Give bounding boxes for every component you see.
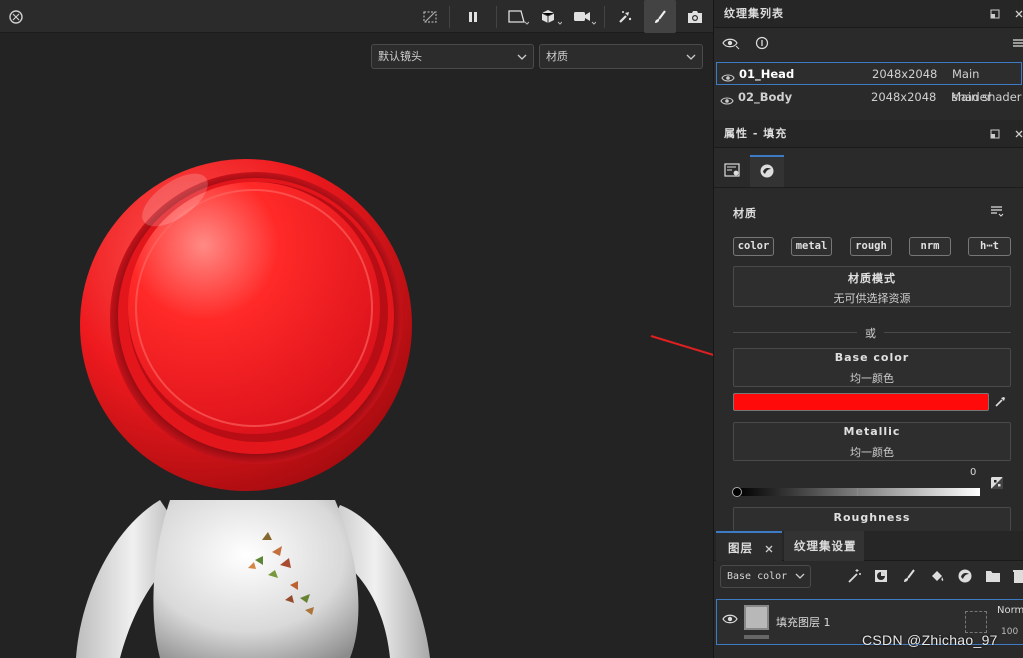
texture-set-resolution: 2048x2048: [871, 90, 937, 104]
material-section-label: 材质: [733, 207, 757, 220]
panel-title: 纹理集列表: [724, 7, 784, 20]
projection-icon[interactable]: [502, 0, 534, 33]
close-icon[interactable]: [1012, 7, 1023, 21]
channel-toggle-rough[interactable]: rough: [850, 237, 892, 256]
close-icon[interactable]: [1012, 127, 1023, 141]
texture-set-resolution: 2048x2048: [872, 67, 938, 81]
properties-header: 属性 - 填充: [714, 120, 1023, 148]
layers-header: 图层 纹理集设置: [714, 531, 1023, 561]
metallic-title: Metallic: [843, 425, 901, 438]
viewport-toolbar: [0, 0, 713, 33]
layer-thumbnail: [744, 605, 769, 630]
material-mode-sub: 无可供选择资源: [833, 292, 911, 305]
metallic-slider-handle[interactable]: [732, 487, 742, 497]
metallic-slider[interactable]: [737, 488, 980, 496]
random-icon[interactable]: [990, 476, 1004, 493]
dock-icon[interactable]: [988, 127, 1002, 141]
channel-toggle-nrm[interactable]: nrm: [909, 237, 951, 256]
paint-effects-icon[interactable]: [609, 0, 641, 33]
channel-toggle-color[interactable]: color: [733, 237, 774, 256]
screenshot-icon[interactable]: [679, 0, 711, 33]
tab-layer-settings[interactable]: [716, 155, 750, 187]
metallic-value: 0: [970, 467, 977, 478]
roughness-slot[interactable]: Roughness: [733, 507, 1011, 531]
tab-layers[interactable]: 图层: [716, 531, 782, 561]
fill-layer-icon[interactable]: [926, 565, 948, 587]
smart-mask-icon[interactable]: [870, 565, 892, 587]
layer-mask-slot[interactable]: [965, 611, 987, 633]
right-panel: 纹理集列表 01_Head 2048x2048 Main shader 02_B…: [713, 0, 1023, 658]
tab-texture-settings-label: 纹理集设置: [794, 539, 857, 553]
folder-icon[interactable]: [982, 565, 1004, 587]
pause-icon[interactable]: [457, 0, 489, 33]
magic-wand-icon[interactable]: [843, 565, 865, 587]
clock-icon[interactable]: [0, 0, 32, 33]
material-mode-slot[interactable]: 材质模式 无可供选择资源: [733, 266, 1011, 307]
metallic-slot[interactable]: Metallic 均一颜色: [733, 422, 1011, 461]
texture-set-list-header: 纹理集列表: [714, 0, 1023, 28]
layer-channel-select[interactable]: Base color: [720, 565, 811, 588]
menu-icon[interactable]: [1012, 37, 1023, 52]
delete-icon[interactable]: [1008, 565, 1023, 587]
tab-material[interactable]: [750, 155, 784, 187]
eye-icon[interactable]: [722, 613, 738, 628]
base-color-swatch[interactable]: [733, 393, 989, 411]
roughness-title: Roughness: [833, 511, 911, 524]
metallic-sub: 均一颜色: [850, 446, 894, 459]
texture-set-row[interactable]: 01_Head 2048x2048 Main shader: [716, 62, 1022, 104]
info-icon[interactable]: [754, 36, 770, 53]
dock-icon[interactable]: [988, 7, 1002, 21]
add-material-icon[interactable]: [954, 565, 976, 587]
layer-channel-value: Base color: [727, 571, 788, 582]
layer-name: 填充图层 1: [776, 616, 831, 629]
base-color-sub: 均一颜色: [850, 372, 894, 385]
tab-texture-set-settings[interactable]: 纹理集设置: [784, 531, 864, 561]
character-render: [76, 159, 430, 658]
cube-icon[interactable]: [535, 0, 567, 33]
3d-viewport[interactable]: 默认镜头 材质: [0, 0, 713, 658]
hide-icon[interactable]: [414, 0, 446, 33]
tab-layers-label: 图层: [728, 541, 753, 555]
texture-set-toolbar: [714, 28, 1023, 60]
channel-toggle-metal[interactable]: metal: [791, 237, 832, 256]
eyedropper-icon[interactable]: [994, 395, 1007, 411]
camera-icon[interactable]: [568, 0, 600, 33]
material-sphere-icon: [759, 163, 775, 182]
texture-set-name: 01_Head: [739, 67, 795, 81]
watermark: CSDN @Zhichao_97: [862, 632, 998, 648]
base-color-slot[interactable]: Base color 均一颜色: [733, 348, 1011, 387]
chevron-down-icon: [795, 566, 805, 587]
texture-set-row[interactable]: 02_Body 2048x2048 Main shader: [716, 86, 1022, 109]
texture-set-name: 02_Body: [738, 90, 793, 104]
paint-layer-icon[interactable]: [898, 565, 920, 587]
close-icon[interactable]: [764, 533, 774, 563]
eye-icon[interactable]: [720, 91, 734, 114]
texture-set-shader: Main shader: [951, 90, 1022, 104]
panel-title: 属性 - 填充: [724, 127, 788, 140]
material-mode-title: 材质模式: [848, 272, 896, 285]
channel-toggle-height[interactable]: h⋯t: [968, 237, 1011, 256]
brush-icon[interactable]: [644, 0, 676, 33]
filter-menu-icon[interactable]: [990, 205, 1004, 221]
layer-mask-strip: [744, 635, 769, 639]
layer-opacity[interactable]: 100: [1001, 627, 1018, 637]
or-label: 或: [865, 327, 876, 340]
base-color-title: Base color: [834, 351, 910, 364]
blend-mode[interactable]: Norm: [997, 605, 1023, 616]
settings-list-icon: [724, 162, 742, 181]
eye-settings-icon[interactable]: [722, 36, 740, 53]
